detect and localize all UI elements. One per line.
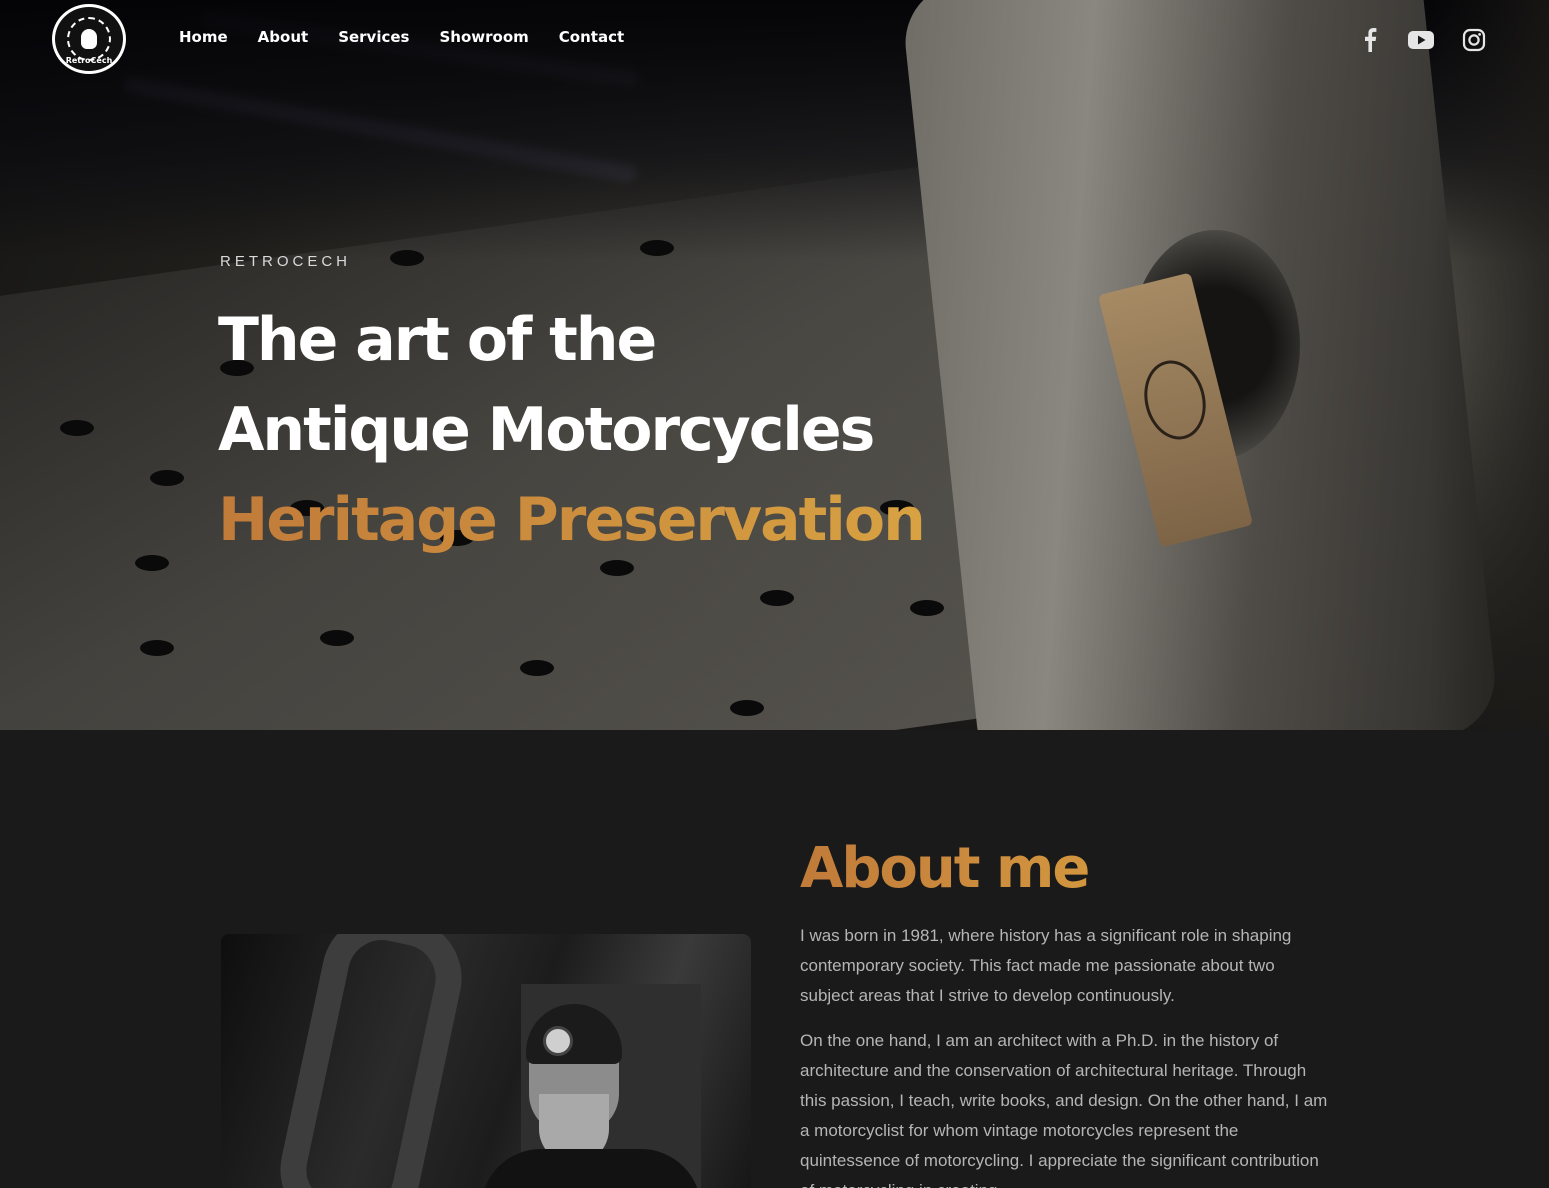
main-nav: Home About Services Showroom Contact [179,28,624,46]
nav-about[interactable]: About [258,28,309,46]
logo-text: RetroCech [65,56,113,65]
logo-ring [67,17,111,61]
instagram-icon[interactable] [1460,26,1488,54]
hero-title-line-3: Heritage Preservation [218,485,926,555]
about-title: About me [800,836,1090,901]
hero-bg-right-shade [1429,0,1549,730]
skull-icon [81,29,97,49]
nav-showroom[interactable]: Showroom [439,28,528,46]
about-paragraph-2: On the one hand, I am an architect with … [800,1031,1328,1188]
photo-shoulders-shape [481,1149,701,1188]
hero-eyebrow: RETROCECH [220,253,352,270]
site-logo[interactable]: RetroCech [52,4,126,74]
photo-badge-shape [543,1026,573,1056]
nav-home[interactable]: Home [179,28,228,46]
about-photo [221,934,751,1188]
youtube-icon[interactable] [1407,26,1435,54]
nav-contact[interactable]: Contact [559,28,624,46]
nav-services[interactable]: Services [338,28,409,46]
hero-title-line-2: Antique Motorcycles [218,395,875,465]
facebook-icon[interactable] [1356,26,1384,54]
about-paragraph-1: I was born in 1981, where history has a … [800,926,1292,1005]
photo-frame-shape [269,934,473,1188]
hero-title-line-1: The art of the [218,305,657,375]
